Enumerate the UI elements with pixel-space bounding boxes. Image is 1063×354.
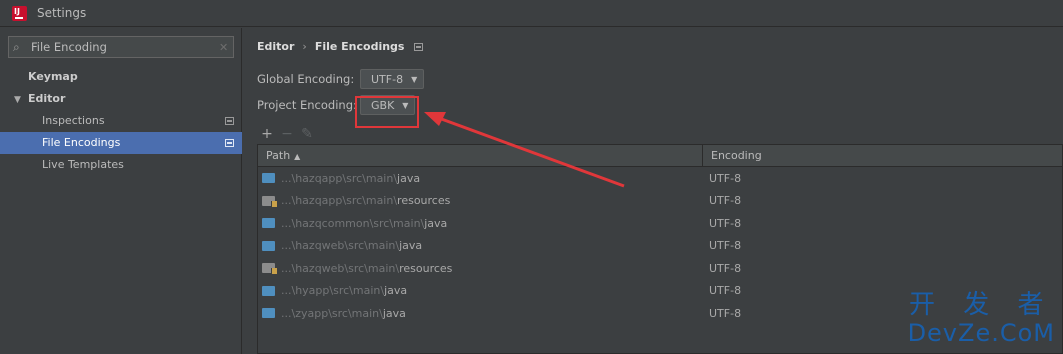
encoding-cell[interactable]: UTF-8 [703, 307, 741, 320]
path-leaf: java [384, 284, 408, 298]
path-module: hyapp\src\main\ [295, 284, 385, 298]
breadcrumb-separator: › [302, 40, 307, 53]
source-folder-icon [262, 218, 275, 229]
title-bar: IJ Settings [0, 0, 1063, 27]
sidebar-item-label: Inspections [42, 114, 105, 127]
table-row[interactable]: ...\ hazqapp\src\main\ java UTF-8 [258, 167, 1062, 190]
path-prefix: ...\ [281, 171, 296, 185]
source-folder-icon [262, 173, 275, 184]
table-header: Path ▲ Encoding [258, 145, 1062, 167]
intellij-app-icon: IJ [12, 5, 27, 21]
search-icon: ⌕ [13, 39, 20, 54]
breadcrumb-current: File Encodings [314, 40, 405, 53]
window-title: Settings [37, 6, 87, 20]
path-module: hazqapp\src\main\ [295, 194, 398, 208]
edit-button[interactable]: ✎ [297, 126, 317, 142]
path-leaf: java [397, 171, 421, 185]
project-level-icon [414, 42, 424, 51]
table-row[interactable]: ...\ hazqweb\src\main\ resources UTF-8 [258, 257, 1062, 280]
encoding-cell[interactable]: UTF-8 [703, 284, 741, 297]
encoding-cell[interactable]: UTF-8 [703, 239, 741, 252]
path-module: hazqweb\src\main\ [295, 239, 400, 253]
table-toolbar: + − ✎ [257, 124, 317, 144]
path-prefix: ...\ [281, 216, 296, 230]
path-module: hazqweb\src\main\ [295, 261, 400, 275]
path-leaf: java [382, 306, 406, 320]
path-leaf: resources [397, 194, 451, 208]
path-prefix: ...\ [281, 306, 296, 320]
source-folder-icon [262, 308, 275, 319]
table-row[interactable]: ...\ hazqcommon\src\main\ java UTF-8 [258, 212, 1062, 235]
source-folder-icon [262, 285, 275, 296]
global-encoding-select[interactable]: UTF-8 ▼ [360, 69, 425, 89]
project-level-icon [225, 117, 234, 125]
sidebar-item-label: Keymap [28, 70, 78, 83]
path-prefix: ...\ [281, 194, 296, 208]
path-prefix: ...\ [281, 284, 296, 298]
sidebar-item-inspections[interactable]: Inspections [0, 110, 242, 132]
watermark-line-2: DevZe.CoM [907, 319, 1055, 347]
sidebar-item-label: File Encodings [42, 136, 121, 149]
global-encoding-label: Global Encoding: [257, 72, 355, 86]
sidebar-item-file-encodings[interactable]: File Encodings [0, 132, 242, 154]
column-header-encoding[interactable]: Encoding [703, 145, 762, 166]
sidebar-item-editor[interactable]: ▼ Editor [0, 88, 242, 110]
encoding-cell[interactable]: UTF-8 [703, 194, 741, 207]
column-header-path[interactable]: Path ▲ [258, 145, 703, 166]
sort-ascending-icon: ▲ [294, 152, 301, 161]
remove-button[interactable]: − [277, 126, 297, 142]
path-prefix: ...\ [281, 261, 296, 275]
sidebar-item-keymap[interactable]: Keymap [0, 66, 242, 88]
watermark-line-1: 开 发 者 [909, 290, 1054, 320]
annotation-highlight-box [355, 96, 419, 128]
path-module: zyapp\src\main\ [295, 306, 383, 320]
settings-search-input[interactable] [31, 40, 211, 54]
dropdown-caret-icon: ▼ [411, 74, 418, 84]
table-row[interactable]: ...\ hazqapp\src\main\ resources UTF-8 [258, 190, 1062, 213]
resources-folder-icon [262, 195, 277, 207]
watermark-logo: 开 发 者 DevZe.CoM [908, 290, 1055, 346]
path-leaf: java [399, 239, 423, 253]
path-module: hazqapp\src\main\ [295, 171, 398, 185]
path-leaf: resources [399, 261, 453, 275]
breadcrumb-parent[interactable]: Editor [257, 40, 294, 53]
path-leaf: java [424, 216, 448, 230]
project-encoding-label: Project Encoding: [257, 98, 357, 112]
add-button[interactable]: + [257, 126, 277, 142]
path-prefix: ...\ [281, 239, 296, 253]
sidebar-item-live-templates[interactable]: Live Templates [0, 154, 242, 176]
global-encoding-value: UTF-8 [371, 72, 404, 86]
clear-search-icon[interactable]: ✕ [219, 41, 228, 54]
path-module: hazqcommon\src\main\ [295, 216, 425, 230]
chevron-down-icon[interactable]: ▼ [14, 89, 28, 111]
settings-tree: Keymap ▼ Editor Inspections File Encoding… [0, 66, 242, 176]
sidebar-item-label: Live Templates [42, 158, 124, 171]
settings-sidebar: ⌕ ✕ Keymap ▼Editor Inspections File Enco… [0, 28, 242, 354]
table-row[interactable]: ...\ hazqweb\src\main\ java UTF-8 [258, 235, 1062, 258]
column-header-label: Path [266, 149, 291, 162]
encoding-cell[interactable]: UTF-8 [703, 262, 741, 275]
encoding-cell[interactable]: UTF-8 [703, 172, 741, 185]
settings-search-box[interactable]: ⌕ ✕ [8, 36, 234, 58]
source-folder-icon [262, 240, 275, 251]
sidebar-item-label: Editor [28, 92, 66, 105]
project-level-icon [225, 139, 234, 147]
breadcrumb: Editor › File Encodings [257, 40, 424, 53]
resources-folder-icon [262, 263, 277, 275]
column-header-label: Encoding [711, 149, 762, 162]
encoding-cell[interactable]: UTF-8 [703, 217, 741, 230]
